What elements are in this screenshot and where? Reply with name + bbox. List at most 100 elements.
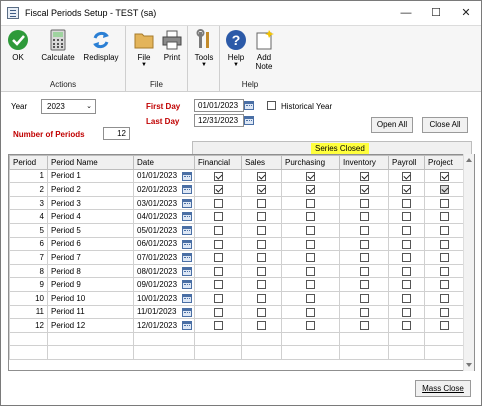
maximize-button[interactable]: ☐ xyxy=(421,1,451,25)
period-cell[interactable]: 8 xyxy=(9,263,48,279)
series-closed-checkbox[interactable] xyxy=(388,168,425,184)
period-cell[interactable]: 9 xyxy=(9,277,48,292)
last-day-field[interactable]: 12/31/2023 xyxy=(194,114,244,127)
table-row[interactable]: 3 Period 3 03/01/2023 xyxy=(9,195,464,211)
period-cell[interactable]: 7 xyxy=(9,250,48,265)
series-closed-checkbox[interactable] xyxy=(281,236,340,252)
series-closed-checkbox[interactable] xyxy=(424,195,464,211)
series-closed-checkbox[interactable] xyxy=(424,168,464,184)
close-button[interactable]: ✕ xyxy=(451,1,481,25)
series-closed-checkbox[interactable] xyxy=(339,277,389,292)
series-closed-checkbox[interactable] xyxy=(281,277,340,292)
series-closed-checkbox[interactable] xyxy=(339,318,389,333)
period-cell[interactable]: 5 xyxy=(9,222,48,238)
period-cell[interactable]: 3 xyxy=(9,195,48,211)
scroll-down-icon[interactable] xyxy=(466,363,472,367)
series-closed-checkbox[interactable] xyxy=(339,236,389,252)
add-note-button[interactable]: Add Note xyxy=(251,29,277,71)
series-closed-checkbox[interactable] xyxy=(241,250,282,265)
series-closed-checkbox[interactable] xyxy=(424,263,464,279)
date-cell[interactable]: 10/01/2023 xyxy=(133,290,195,306)
series-closed-checkbox[interactable] xyxy=(424,209,464,224)
series-closed-checkbox[interactable] xyxy=(241,290,282,306)
series-closed-checkbox[interactable] xyxy=(339,209,389,224)
calendar-icon[interactable] xyxy=(182,212,192,222)
calculate-button[interactable]: Calculate xyxy=(38,29,78,62)
calendar-icon[interactable] xyxy=(182,239,192,249)
series-closed-checkbox[interactable] xyxy=(388,182,425,197)
period-name-cell[interactable]: Period 9 xyxy=(47,277,134,292)
series-closed-checkbox[interactable] xyxy=(424,304,464,320)
series-closed-checkbox[interactable] xyxy=(241,263,282,279)
series-closed-checkbox[interactable] xyxy=(424,236,464,252)
column-header[interactable]: Financial xyxy=(194,155,242,170)
date-cell[interactable]: 08/01/2023 xyxy=(133,263,195,279)
series-closed-checkbox[interactable] xyxy=(388,195,425,211)
period-name-cell[interactable]: Period 6 xyxy=(47,236,134,252)
date-cell[interactable]: 01/01/2023 xyxy=(133,168,195,184)
minimize-button[interactable]: — xyxy=(391,1,421,25)
period-name-cell[interactable]: Period 5 xyxy=(47,222,134,238)
period-name-cell[interactable]: Period 1 xyxy=(47,168,134,184)
series-closed-checkbox[interactable] xyxy=(339,263,389,279)
series-closed-checkbox[interactable] xyxy=(281,250,340,265)
table-row[interactable]: 5 Period 5 05/01/2023 xyxy=(9,222,464,238)
period-name-cell[interactable]: Period 12 xyxy=(47,318,134,333)
date-cell[interactable]: 04/01/2023 xyxy=(133,209,195,224)
series-closed-checkbox[interactable] xyxy=(194,250,242,265)
calendar-icon[interactable] xyxy=(182,307,192,317)
period-name-cell[interactable]: Period 3 xyxy=(47,195,134,211)
period-name-cell[interactable]: Period 10 xyxy=(47,290,134,306)
series-closed-checkbox[interactable] xyxy=(241,182,282,197)
series-closed-checkbox[interactable] xyxy=(339,304,389,320)
calendar-icon[interactable] xyxy=(182,253,192,263)
date-cell[interactable]: 03/01/2023 xyxy=(133,195,195,211)
date-cell[interactable]: 07/01/2023 xyxy=(133,250,195,265)
series-closed-checkbox[interactable] xyxy=(281,222,340,238)
period-name-cell[interactable]: Period 2 xyxy=(47,182,134,197)
close-all-button[interactable]: Close All xyxy=(422,117,468,133)
table-row[interactable]: 2 Period 2 02/01/2023 xyxy=(9,182,464,197)
series-closed-checkbox[interactable] xyxy=(424,182,464,197)
calendar-icon[interactable] xyxy=(182,280,192,290)
series-closed-checkbox[interactable] xyxy=(388,209,425,224)
column-header[interactable]: Inventory xyxy=(339,155,389,170)
period-cell[interactable]: 11 xyxy=(9,304,48,320)
date-cell[interactable]: 09/01/2023 xyxy=(133,277,195,292)
series-closed-checkbox[interactable] xyxy=(241,209,282,224)
calendar-icon[interactable] xyxy=(182,198,192,208)
number-of-periods-field[interactable]: 12 xyxy=(103,127,130,140)
calendar-icon[interactable] xyxy=(182,171,192,181)
table-row[interactable]: 12 Period 12 12/01/2023 xyxy=(9,318,464,333)
period-cell[interactable]: 4 xyxy=(9,209,48,224)
series-closed-checkbox[interactable] xyxy=(241,318,282,333)
series-closed-checkbox[interactable] xyxy=(194,290,242,306)
series-closed-checkbox[interactable] xyxy=(194,304,242,320)
series-closed-checkbox[interactable] xyxy=(241,236,282,252)
series-closed-checkbox[interactable] xyxy=(194,236,242,252)
series-closed-checkbox[interactable] xyxy=(388,222,425,238)
series-closed-checkbox[interactable] xyxy=(194,195,242,211)
series-closed-checkbox[interactable] xyxy=(241,195,282,211)
series-closed-checkbox[interactable] xyxy=(339,250,389,265)
series-closed-checkbox[interactable] xyxy=(194,277,242,292)
series-closed-checkbox[interactable] xyxy=(388,263,425,279)
series-closed-checkbox[interactable] xyxy=(194,318,242,333)
period-name-cell[interactable]: Period 8 xyxy=(47,263,134,279)
period-name-cell[interactable]: Period 11 xyxy=(47,304,134,320)
series-closed-checkbox[interactable] xyxy=(281,195,340,211)
table-row[interactable]: 1 Period 1 01/01/2023 xyxy=(9,168,464,184)
series-closed-checkbox[interactable] xyxy=(281,290,340,306)
open-all-button[interactable]: Open All xyxy=(371,117,413,133)
date-cell[interactable]: 06/01/2023 xyxy=(133,236,195,252)
calendar-icon[interactable] xyxy=(182,293,192,303)
column-header[interactable]: Project xyxy=(424,155,464,170)
series-closed-checkbox[interactable] xyxy=(281,168,340,184)
table-row[interactable]: 9 Period 9 09/01/2023 xyxy=(9,277,464,292)
first-day-calendar-icon[interactable] xyxy=(244,101,254,110)
period-cell[interactable]: 1 xyxy=(9,168,48,184)
series-closed-checkbox[interactable] xyxy=(339,222,389,238)
series-closed-checkbox[interactable] xyxy=(281,182,340,197)
series-closed-checkbox[interactable] xyxy=(281,209,340,224)
historical-year-checkbox[interactable] xyxy=(267,101,276,111)
